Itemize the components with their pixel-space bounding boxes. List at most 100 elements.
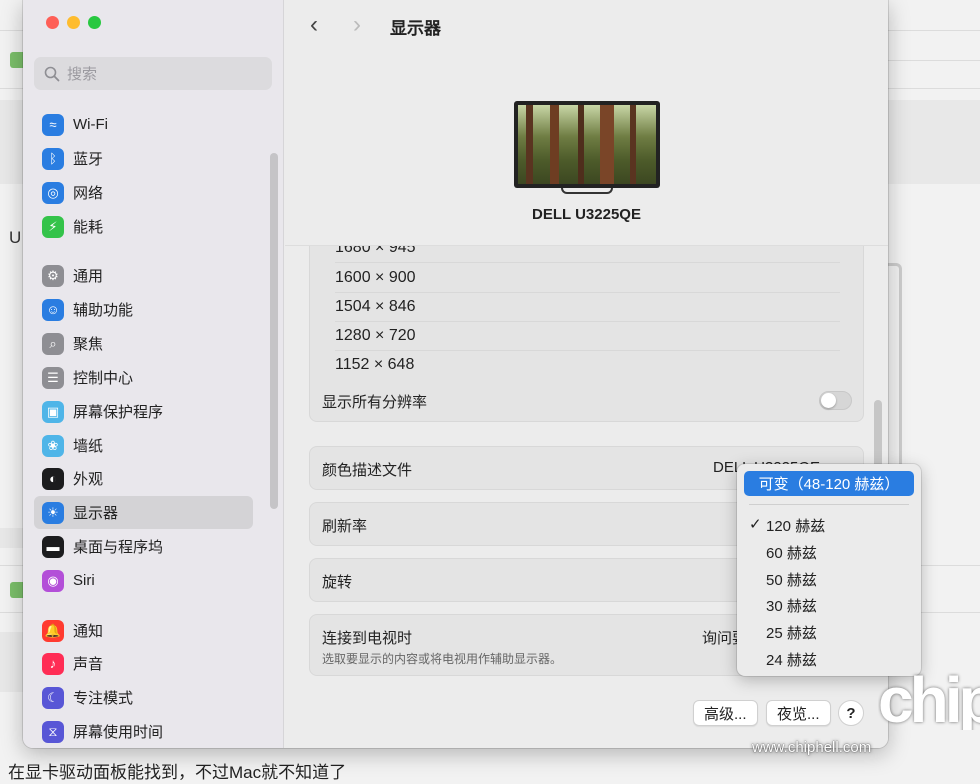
dock-icon: ▬ bbox=[42, 535, 64, 558]
menu-separator bbox=[749, 504, 909, 505]
sidebar-item-label: 通用 bbox=[73, 268, 104, 285]
sidebar-item[interactable]: ☾ 专注模式 bbox=[34, 681, 253, 714]
menu-item-refresh[interactable]: 24 赫兹 bbox=[766, 649, 817, 670]
accessibility-icon: ☺ bbox=[42, 298, 64, 321]
display-header: DELL U3225QE bbox=[285, 50, 888, 246]
menu-item-refresh[interactable]: 60 赫兹 bbox=[766, 542, 817, 563]
sidebar-item[interactable]: ♪ 声音 bbox=[34, 647, 253, 680]
control-center-icon: ☰ bbox=[42, 366, 64, 389]
spotlight-icon: ⌕ bbox=[42, 332, 64, 355]
back-button[interactable]: ‹ bbox=[310, 11, 318, 39]
sidebar-item-label: 屏幕使用时间 bbox=[73, 724, 164, 741]
sidebar-item[interactable]: ◉ Siri bbox=[34, 564, 253, 597]
resolution-option[interactable]: 1504 × 846 bbox=[335, 298, 416, 316]
show-all-resolutions-toggle[interactable] bbox=[819, 391, 852, 410]
speaker-icon: ♪ bbox=[42, 652, 64, 675]
forward-button[interactable]: › bbox=[353, 11, 361, 39]
resolution-option[interactable]: 1600 × 900 bbox=[335, 269, 416, 287]
bluetooth-icon: ᛒ bbox=[42, 147, 64, 170]
help-button[interactable]: ? bbox=[838, 700, 864, 726]
tv-description: 选取要显示的内容或将电视用作辅助显示器。 bbox=[322, 652, 563, 666]
window-controls bbox=[46, 16, 101, 29]
checkmark-icon: ✓ bbox=[749, 516, 762, 533]
screensaver-icon: ▣ bbox=[42, 400, 64, 423]
forum-caption: 在显卡驱动面板能找到，不过Mac就不知道了 bbox=[8, 763, 347, 782]
resolution-card: 1680 × 945 1600 × 900 1504 × 846 1280 × … bbox=[309, 232, 864, 422]
sidebar-item-label: 屏幕保护程序 bbox=[73, 404, 164, 421]
menu-item-refresh[interactable]: 120 赫兹 bbox=[766, 515, 825, 536]
sidebar-item-label: Wi-Fi bbox=[73, 116, 108, 133]
refresh-rate-label: 刷新率 bbox=[322, 518, 368, 535]
search-icon bbox=[44, 66, 60, 81]
display-icon: ☀ bbox=[42, 501, 64, 524]
sidebar-item-label: 声音 bbox=[73, 656, 104, 673]
sidebar-item-label: 显示器 bbox=[73, 505, 119, 522]
sidebar-scrollbar[interactable] bbox=[270, 153, 278, 509]
page-title: 显示器 bbox=[390, 19, 441, 38]
advanced-button[interactable]: 高级... bbox=[693, 700, 758, 726]
monitor-image[interactable] bbox=[514, 101, 660, 188]
monitor-wallpaper bbox=[518, 105, 656, 184]
search-input[interactable]: 搜索 bbox=[34, 57, 272, 90]
minimize-button[interactable] bbox=[67, 16, 80, 29]
menu-item-refresh[interactable]: 25 赫兹 bbox=[766, 622, 817, 643]
sidebar-item-label: 网络 bbox=[73, 185, 104, 202]
forum-box bbox=[0, 632, 23, 692]
sidebar-item[interactable]: ᛒ 蓝牙 bbox=[34, 142, 253, 175]
sidebar-item-label: 能耗 bbox=[73, 219, 104, 236]
wifi-icon: ≈ bbox=[42, 113, 64, 136]
sidebar-item[interactable]: ⌕ 聚焦 bbox=[34, 327, 253, 360]
close-button[interactable] bbox=[46, 16, 59, 29]
gear-icon: ⚙ bbox=[42, 264, 64, 287]
sidebar-item[interactable]: ☰ 控制中心 bbox=[34, 361, 253, 394]
sidebar-item[interactable]: ▬ 桌面与程序坞 bbox=[34, 530, 253, 563]
sidebar-item-label: 桌面与程序坞 bbox=[73, 539, 164, 556]
sidebar-item[interactable]: ⧖ 屏幕使用时间 bbox=[34, 715, 253, 748]
search-placeholder: 搜索 bbox=[67, 66, 98, 83]
toolbar: ‹ › 显示器 bbox=[285, 0, 888, 50]
sidebar-item-label: 控制中心 bbox=[73, 370, 134, 387]
sidebar-item[interactable]: ◎ 网络 bbox=[34, 176, 253, 209]
rotation-label: 旋转 bbox=[322, 574, 353, 591]
night-shift-button[interactable]: 夜览... bbox=[766, 700, 831, 726]
menu-item-refresh[interactable]: 50 赫兹 bbox=[766, 569, 817, 590]
resolution-option[interactable]: 1280 × 720 bbox=[335, 327, 416, 345]
sidebar-item[interactable]: ☀ 显示器 bbox=[34, 496, 253, 529]
watermark-text: www.chiphell.com bbox=[752, 739, 872, 756]
forum-divider bbox=[888, 60, 980, 61]
sidebar-item-label: 聚焦 bbox=[73, 336, 104, 353]
sidebar-item[interactable]: ≈ Wi-Fi bbox=[34, 108, 253, 141]
resolution-option[interactable]: 1152 × 648 bbox=[335, 356, 414, 374]
hourglass-icon: ⧖ bbox=[42, 720, 64, 743]
sidebar-item[interactable]: ☺ 辅助功能 bbox=[34, 293, 253, 326]
battery-icon: ⚡ bbox=[42, 215, 64, 238]
appearance-icon: ◐ bbox=[42, 467, 64, 490]
forum-box bbox=[0, 100, 23, 184]
siri-icon: ◉ bbox=[42, 569, 64, 592]
sidebar-item-label: 蓝牙 bbox=[73, 151, 104, 168]
sidebar-item[interactable]: ▣ 屏幕保护程序 bbox=[34, 395, 253, 428]
sidebar-item-label: 通知 bbox=[73, 623, 104, 640]
color-profile-label: 颜色描述文件 bbox=[322, 462, 413, 479]
sidebar-item[interactable]: ⚙ 通用 bbox=[34, 259, 253, 292]
zoom-button[interactable] bbox=[88, 16, 101, 29]
sidebar-item[interactable]: ⚡ 能耗 bbox=[34, 210, 253, 243]
forum-box bbox=[888, 100, 980, 184]
forum-fragment-text: U bbox=[9, 228, 22, 247]
monitor-stand bbox=[561, 188, 613, 194]
monitor-name: DELL U3225QE bbox=[532, 206, 641, 223]
sidebar-item[interactable]: ◐ 外观 bbox=[34, 462, 253, 495]
globe-icon: ◎ bbox=[42, 181, 64, 204]
watermark-logo: chiphell bbox=[878, 672, 980, 730]
wallpaper-icon: ❀ bbox=[42, 434, 64, 457]
menu-item-variable[interactable]: 可变（48-120 赫兹） bbox=[744, 471, 914, 496]
sidebar-item-label: 外观 bbox=[73, 471, 104, 488]
sidebar-item[interactable]: ❀ 墙纸 bbox=[34, 429, 253, 462]
moon-icon: ☾ bbox=[42, 686, 64, 709]
sidebar-item-label: 墙纸 bbox=[73, 438, 104, 455]
divider bbox=[335, 292, 840, 293]
bell-icon: 🔔 bbox=[42, 619, 64, 642]
menu-item-refresh[interactable]: 30 赫兹 bbox=[766, 595, 817, 616]
sidebar-item-label: Siri bbox=[73, 572, 95, 589]
sidebar-item[interactable]: 🔔 通知 bbox=[34, 614, 253, 647]
